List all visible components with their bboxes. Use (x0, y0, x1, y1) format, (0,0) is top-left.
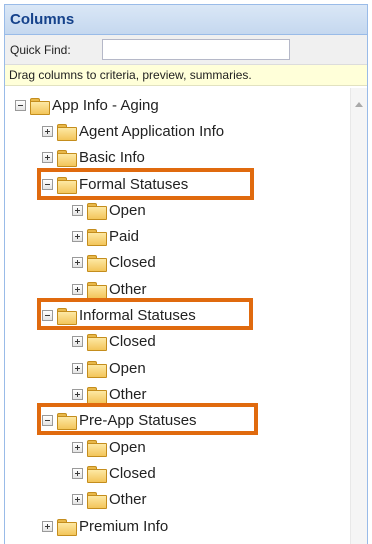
folder-icon (86, 254, 107, 272)
quick-find-input[interactable] (102, 39, 290, 60)
tree-node-preapp-closed[interactable]: Closed (72, 460, 156, 486)
tree-node-label: Open (109, 359, 146, 377)
tree-node-label: Formal Statuses (79, 175, 189, 193)
folder-icon (56, 149, 77, 167)
tree-node-formal-paid[interactable]: Paid (72, 223, 139, 249)
drag-hint: Drag columns to criteria, preview, summa… (5, 65, 367, 86)
folder-open-icon (56, 176, 77, 194)
tree-node-label: Paid (109, 227, 140, 245)
tree-node-informal-other[interactable]: Other (72, 381, 147, 407)
panel-title: Columns (5, 5, 367, 35)
tree-node-preapp-open[interactable]: Open (72, 434, 146, 460)
quick-find-label: Quick Find: (10, 42, 71, 57)
tree-node-label: Informal Statuses (79, 306, 196, 324)
tree-node-label: Agent Application Info (79, 122, 225, 140)
tree-node-label: Pre-App Statuses (79, 411, 197, 429)
tree-node-label: Closed (109, 253, 156, 271)
folder-icon (86, 465, 107, 483)
tree-node-agent-application-info[interactable]: Agent Application Info (42, 118, 224, 144)
expand-icon[interactable] (72, 256, 83, 268)
expand-icon[interactable] (72, 283, 83, 295)
tree-node-preapp-other[interactable]: Other (72, 486, 147, 512)
tree-node-label: Open (109, 201, 146, 219)
expand-icon[interactable] (42, 151, 53, 163)
collapse-icon[interactable] (42, 309, 53, 321)
folder-open-icon (56, 412, 77, 430)
folder-open-icon (29, 97, 50, 115)
collapse-icon[interactable] (42, 414, 53, 426)
tree-node-formal-open[interactable]: Open (72, 197, 146, 223)
tree-node-informal-open[interactable]: Open (72, 355, 146, 381)
tree-node-label: Closed (109, 464, 156, 482)
expand-icon[interactable] (72, 230, 83, 242)
tree-node-informal-closed[interactable]: Closed (72, 328, 156, 354)
expand-icon[interactable] (72, 335, 83, 347)
tree-node-label: App Info - Aging (52, 96, 159, 114)
folder-icon (86, 281, 107, 299)
expand-icon[interactable] (72, 441, 83, 453)
folder-icon (86, 333, 107, 351)
tree-node-formal-statuses[interactable]: Formal Statuses (42, 171, 188, 197)
folder-icon (86, 228, 107, 246)
folder-open-icon (56, 307, 77, 325)
tree-node-label: Basic Info (79, 148, 145, 166)
columns-tree: App Info - Aging Agent Application Info … (5, 88, 350, 544)
scroll-up-arrow-icon[interactable] (355, 102, 363, 107)
expand-icon[interactable] (72, 388, 83, 400)
folder-icon (56, 518, 77, 536)
expand-icon[interactable] (42, 125, 53, 137)
tree-node-formal-closed[interactable]: Closed (72, 249, 156, 275)
tree-node-preapp-statuses[interactable]: Pre-App Statuses (42, 407, 197, 433)
tree-node-label: Other (109, 280, 147, 298)
folder-icon (86, 360, 107, 378)
folder-icon (86, 491, 107, 509)
tree-node-label: Closed (109, 332, 156, 350)
expand-icon[interactable] (72, 204, 83, 216)
tree-node-informal-statuses[interactable]: Informal Statuses (42, 302, 196, 328)
tree-node-label: Open (109, 438, 146, 456)
collapse-icon[interactable] (15, 99, 26, 111)
tree-node-label: Other (109, 385, 147, 403)
tree-node-app-info-aging[interactable]: App Info - Aging (15, 92, 159, 118)
folder-icon (86, 202, 107, 220)
tree-node-label: Other (109, 490, 147, 508)
tree-node-basic-info[interactable]: Basic Info (42, 144, 145, 170)
tree-node-label: Premium Info (79, 517, 169, 535)
tree-node-formal-other[interactable]: Other (72, 276, 147, 302)
quick-find-row: Quick Find: (5, 35, 367, 65)
folder-icon (56, 123, 77, 141)
expand-icon[interactable] (42, 520, 53, 532)
expand-icon[interactable] (72, 493, 83, 505)
tree-node-premium-info[interactable]: Premium Info (42, 513, 168, 539)
folder-icon (86, 439, 107, 457)
vertical-scrollbar[interactable] (350, 88, 367, 544)
columns-panel: Columns Quick Find: Drag columns to crit… (4, 4, 368, 544)
expand-icon[interactable] (72, 362, 83, 374)
expand-icon[interactable] (72, 467, 83, 479)
collapse-icon[interactable] (42, 178, 53, 190)
folder-icon (86, 386, 107, 404)
